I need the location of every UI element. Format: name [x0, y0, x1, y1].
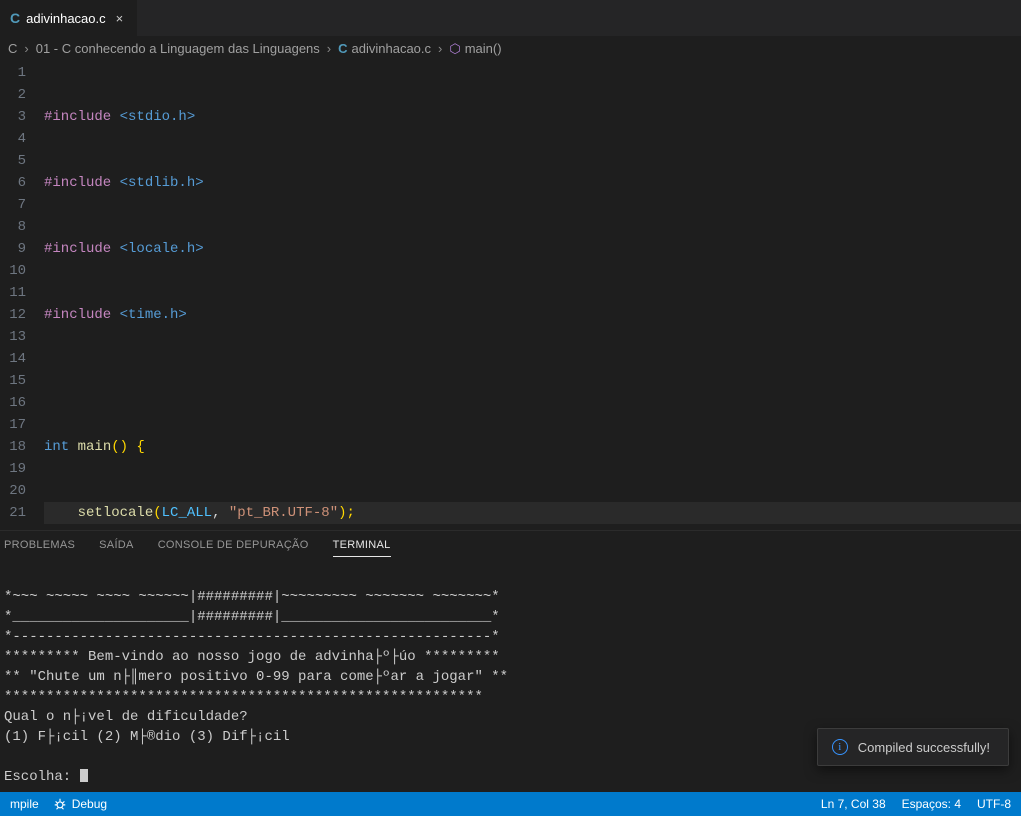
terminal-line: ********* Bem-vindo ao nosso jogo de adv… — [4, 649, 500, 665]
toast-message: Compiled successfully! — [858, 740, 990, 755]
line-number: 15 — [0, 370, 26, 392]
tab-terminal[interactable]: TERMINAL — [333, 539, 391, 557]
status-encoding[interactable]: UTF-8 — [977, 797, 1011, 811]
line-number: 21 — [0, 502, 26, 524]
editor-tab[interactable]: C adivinhacao.c × — [0, 0, 138, 36]
line-number: 5 — [0, 150, 26, 172]
chevron-right-icon: › — [21, 41, 31, 56]
line-number: 18 — [0, 436, 26, 458]
breadcrumb-seg[interactable]: 01 - C conhecendo a Linguagem das Lingua… — [36, 41, 320, 56]
line-number: 19 — [0, 458, 26, 480]
status-spaces[interactable]: Espaços: 4 — [902, 797, 961, 811]
line-number: 8 — [0, 216, 26, 238]
tab-problems[interactable]: PROBLEMAS — [4, 539, 75, 557]
terminal-prompt: Escolha: — [4, 769, 80, 782]
chevron-right-icon: › — [324, 41, 334, 56]
line-number: 11 — [0, 282, 26, 304]
status-debug[interactable]: Debug — [53, 797, 107, 811]
line-number: 17 — [0, 414, 26, 436]
line-number: 20 — [0, 480, 26, 502]
line-number: 9 — [0, 238, 26, 260]
line-number: 13 — [0, 326, 26, 348]
terminal-line: ** "Chute um n├║mero positivo 0-99 para … — [4, 669, 508, 685]
tab-bar: C adivinhacao.c × — [0, 0, 1021, 36]
line-number: 3 — [0, 106, 26, 128]
tab-filename: adivinhacao.c — [26, 11, 106, 26]
code-content[interactable]: #include <stdio.h> #include <stdlib.h> #… — [44, 62, 1021, 530]
code-editor[interactable]: 1 2 3 4 5 6 7 8 9 10 11 12 13 14 15 16 1… — [0, 62, 1021, 530]
terminal-line: *_____________________|#########|_______… — [4, 609, 500, 625]
line-number: 16 — [0, 392, 26, 414]
breadcrumb-seg[interactable]: adivinhacao.c — [352, 41, 432, 56]
breadcrumb: C › 01 - C conhecendo a Linguagem das Li… — [0, 36, 1021, 62]
line-number: 12 — [0, 304, 26, 326]
line-number: 1 — [0, 62, 26, 84]
status-debug-label: Debug — [72, 797, 107, 811]
terminal-line: (1) F├¡cil (2) M├®dio (3) Dif├¡cil — [4, 729, 290, 745]
line-gutter: 1 2 3 4 5 6 7 8 9 10 11 12 13 14 15 16 1… — [0, 62, 44, 530]
terminal-line: ****************************************… — [4, 689, 483, 705]
line-number: 10 — [0, 260, 26, 282]
breadcrumb-seg[interactable]: C — [8, 41, 17, 56]
breadcrumb-seg[interactable]: main() — [465, 41, 502, 56]
line-number: 6 — [0, 172, 26, 194]
symbol-function-icon: ⬡ — [449, 41, 460, 57]
line-number: 14 — [0, 348, 26, 370]
line-number: 4 — [0, 128, 26, 150]
panel-tabs: PROBLEMAS SAÍDA CONSOLE DE DEPURAÇÃO TER… — [0, 531, 1021, 563]
toast-notification[interactable]: i Compiled successfully! — [817, 728, 1009, 766]
chevron-right-icon: › — [435, 41, 445, 56]
bug-icon — [53, 797, 67, 811]
info-icon: i — [832, 739, 848, 755]
status-lncol[interactable]: Ln 7, Col 38 — [821, 797, 886, 811]
c-file-icon: C — [338, 41, 347, 56]
line-number: 7 — [0, 194, 26, 216]
status-compile[interactable]: mpile — [10, 797, 39, 811]
status-bar: mpile Debug Ln 7, Col 38 Espaços: 4 UTF-… — [0, 792, 1021, 816]
tab-output[interactable]: SAÍDA — [99, 539, 134, 557]
c-file-icon: C — [10, 10, 20, 26]
close-icon[interactable]: × — [112, 11, 128, 26]
terminal-line: Qual o n├¡vel de dificuldade? — [4, 709, 248, 725]
terminal-line: *---------------------------------------… — [4, 629, 500, 645]
tab-debug-console[interactable]: CONSOLE DE DEPURAÇÃO — [158, 539, 309, 557]
terminal-cursor — [80, 769, 88, 782]
terminal-line: *~~~ ~~~~~ ~~~~ ~~~~~~|#########|~~~~~~~… — [4, 589, 500, 605]
line-number: 2 — [0, 84, 26, 106]
